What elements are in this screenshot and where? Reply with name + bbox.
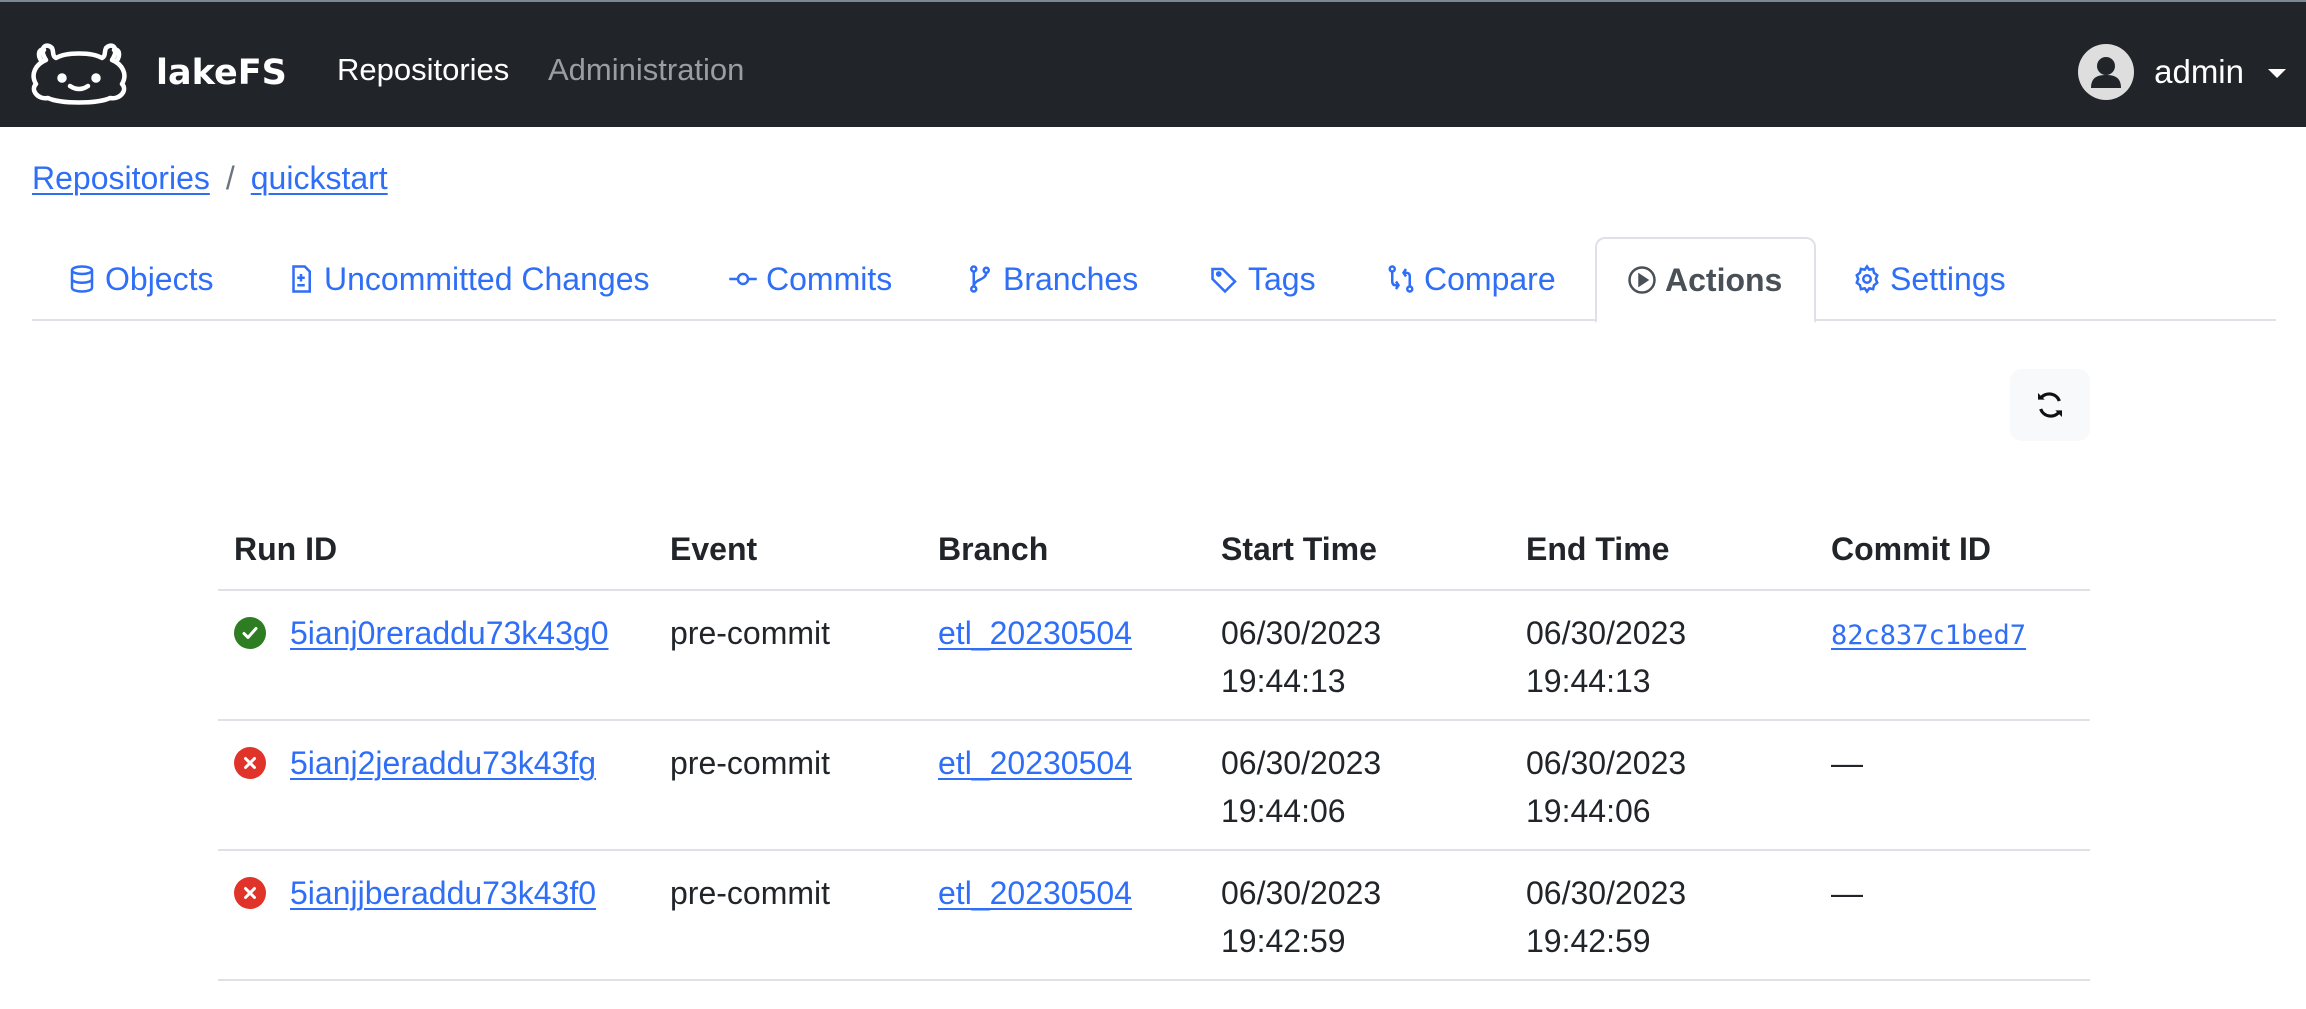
- user-avatar-icon: [2078, 44, 2135, 100]
- table-row: 5ianjjberaddu73k43f0 pre-commit etl_2023…: [218, 850, 2090, 981]
- tag-icon: [1211, 267, 1237, 294]
- end-time-cell: 06/30/2023 19:44:13: [1510, 590, 1815, 721]
- event-cell: pre-commit: [654, 850, 922, 981]
- branch-cell: etl_20230504: [922, 590, 1205, 721]
- tab-tags[interactable]: Tags: [1210, 237, 1316, 321]
- end-time-cell: 06/30/2023 19:44:06: [1510, 720, 1815, 851]
- caret-down-icon: [2268, 68, 2286, 78]
- column-header-run-id: Run ID: [218, 510, 654, 591]
- branch-link[interactable]: etl_20230504: [938, 615, 1132, 651]
- brand-name: lakeFS: [156, 53, 287, 93]
- event-cell: pre-commit: [654, 590, 922, 721]
- column-header-start-time: Start Time: [1205, 510, 1510, 591]
- git-branch-icon: [970, 265, 990, 293]
- start-clock: 19:44:06: [1221, 793, 1346, 829]
- failure-x-icon: [234, 877, 266, 909]
- end-date: 06/30/2023: [1526, 615, 1687, 651]
- column-header-end-time: End Time: [1510, 510, 1815, 591]
- run-id-link[interactable]: 5ianjjberaddu73k43f0: [290, 869, 596, 917]
- commit-id-cell: —: [1815, 850, 2090, 981]
- tab-label: Uncommitted Changes: [324, 260, 650, 297]
- end-clock: 19:42:59: [1526, 923, 1651, 959]
- file-diff-icon: [292, 265, 311, 293]
- success-check-icon: [234, 617, 266, 649]
- nav-link-repositories[interactable]: Repositories: [337, 52, 509, 88]
- top-navbar: lakeFS Repositories Administration admin: [0, 0, 2306, 127]
- breadcrumb-repositories[interactable]: Repositories: [32, 160, 210, 197]
- branch-link[interactable]: etl_20230504: [938, 875, 1132, 911]
- tab-label: Branches: [1003, 260, 1139, 297]
- event-cell: pre-commit: [654, 720, 922, 851]
- end-clock: 19:44:13: [1526, 663, 1651, 699]
- play-circle-icon: [1628, 266, 1656, 294]
- user-name: admin: [2154, 53, 2244, 90]
- commit-id-cell: 82c837c1bed7: [1815, 590, 2090, 721]
- commit-id-link[interactable]: 82c837c1bed7: [1831, 620, 2026, 651]
- run-id-link[interactable]: 5ianj2jeraddu73k43fg: [290, 739, 596, 787]
- lakefs-axolotl-icon: [31, 43, 127, 105]
- tab-commits[interactable]: Commits: [728, 237, 892, 321]
- column-header-event: Event: [654, 510, 922, 591]
- end-time-cell: 06/30/2023 19:42:59: [1510, 850, 1815, 981]
- nav-link-administration[interactable]: Administration: [548, 52, 744, 88]
- breadcrumb-separator: /: [225, 160, 235, 196]
- column-header-commit-id: Commit ID: [1815, 510, 2090, 591]
- commit-id-cell: —: [1815, 720, 2090, 851]
- branch-cell: etl_20230504: [922, 720, 1205, 851]
- tab-compare[interactable]: Compare: [1386, 237, 1556, 321]
- start-date: 06/30/2023: [1221, 745, 1382, 781]
- end-date: 06/30/2023: [1526, 745, 1687, 781]
- tab-objects[interactable]: Objects: [67, 237, 213, 321]
- branch-link[interactable]: etl_20230504: [938, 745, 1132, 781]
- end-date: 06/30/2023: [1526, 875, 1687, 911]
- start-date: 06/30/2023: [1221, 615, 1382, 651]
- user-menu-dropdown[interactable]: admin: [2078, 44, 2286, 100]
- database-icon: [70, 265, 94, 293]
- run-id-cell: 5ianjjberaddu73k43f0: [218, 850, 654, 981]
- git-compare-icon: [1388, 265, 1414, 293]
- breadcrumb-quickstart[interactable]: quickstart: [251, 160, 388, 197]
- run-id-cell: 5ianj0reraddu73k43g0: [218, 590, 654, 721]
- start-time-cell: 06/30/2023 19:44:13: [1205, 590, 1510, 721]
- failure-x-icon: [234, 747, 266, 779]
- start-time-cell: 06/30/2023 19:42:59: [1205, 850, 1510, 981]
- run-id-cell: 5ianj2jeraddu73k43fg: [218, 720, 654, 851]
- tab-settings[interactable]: Settings: [1852, 237, 2006, 321]
- table-header-row: Run ID Event Branch Start Time End Time …: [218, 510, 2090, 591]
- git-commit-icon: [729, 272, 757, 286]
- tab-label: Compare: [1424, 260, 1556, 297]
- tab-label: Commits: [766, 260, 893, 297]
- tab-label: Settings: [1890, 260, 2006, 297]
- start-clock: 19:44:13: [1221, 663, 1346, 699]
- start-clock: 19:42:59: [1221, 923, 1346, 959]
- table-row: 5ianj0reraddu73k43g0 pre-commit etl_2023…: [218, 590, 2090, 721]
- branch-cell: etl_20230504: [922, 850, 1205, 981]
- brand-logo[interactable]: lakeFS: [24, 40, 324, 106]
- tab-label: Objects: [105, 260, 214, 297]
- run-id-link[interactable]: 5ianj0reraddu73k43g0: [290, 609, 608, 657]
- breadcrumb: Repositories / quickstart: [32, 160, 388, 197]
- tab-branches[interactable]: Branches: [965, 237, 1138, 321]
- tab-label: Actions: [1665, 261, 1783, 298]
- table-row: 5ianj2jeraddu73k43fg pre-commit etl_2023…: [218, 720, 2090, 851]
- tab-label: Tags: [1248, 260, 1316, 297]
- end-clock: 19:44:06: [1526, 793, 1651, 829]
- action-runs-table: Run ID Event Branch Start Time End Time …: [218, 510, 2090, 981]
- refresh-icon: [2038, 392, 2062, 418]
- refresh-button[interactable]: [2010, 369, 2090, 441]
- tab-actions[interactable]: Actions: [1595, 237, 1817, 323]
- start-time-cell: 06/30/2023 19:44:06: [1205, 720, 1510, 851]
- tab-uncommitted-changes[interactable]: Uncommitted Changes: [286, 237, 649, 321]
- gear-icon: [1855, 264, 1879, 294]
- repository-tabs: Objects Uncommitted Changes Commits Bran…: [32, 237, 2276, 323]
- column-header-branch: Branch: [922, 510, 1205, 591]
- start-date: 06/30/2023: [1221, 875, 1382, 911]
